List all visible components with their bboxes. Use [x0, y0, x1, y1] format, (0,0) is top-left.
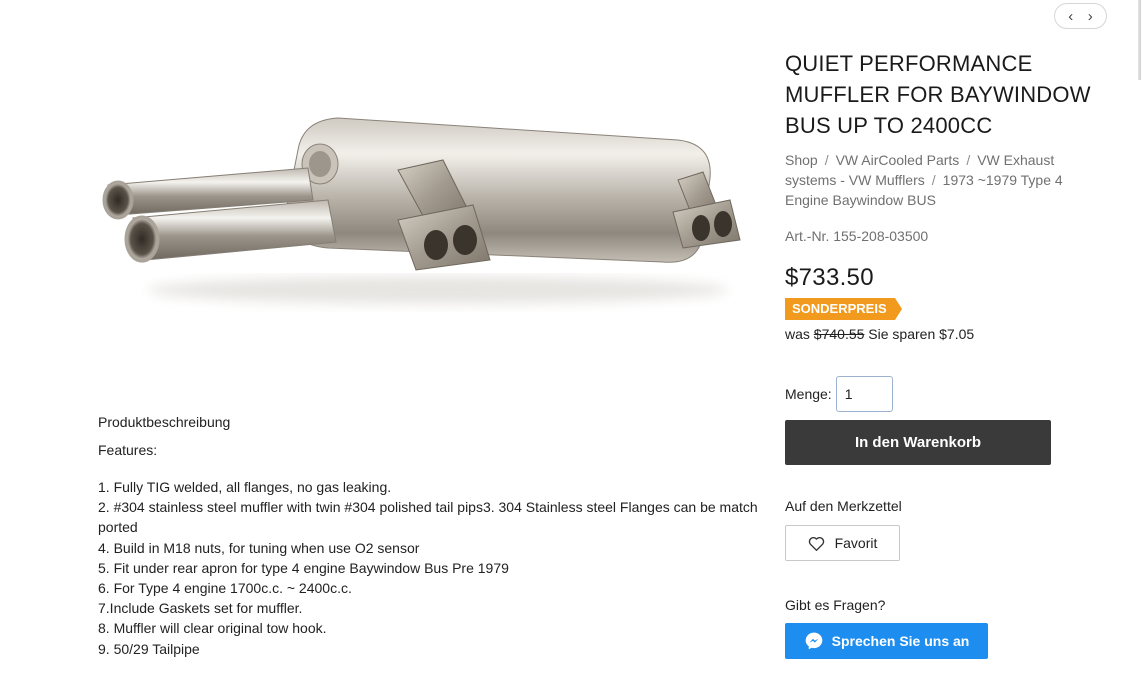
product-price: $733.50 — [785, 264, 874, 291]
quantity-label: Menge: — [785, 386, 832, 402]
features-label: Features: — [98, 442, 158, 458]
list-item: 5. Fit under rear apron for type 4 engin… — [98, 559, 509, 576]
chat-button[interactable]: Sprechen Sie uns an — [785, 623, 988, 659]
list-item: 8. Muffler will clear original tow hook. — [98, 620, 327, 637]
heart-icon — [808, 536, 824, 551]
product-title: QUIET PERFORMANCE MUFFLER FOR BAYWINDOW … — [785, 51, 1091, 138]
messenger-icon — [805, 632, 822, 650]
sale-badge: SONDERPREIS — [785, 298, 902, 320]
breadcrumb-link-shop[interactable]: Shop — [785, 152, 818, 168]
product-description: Produktbeschreibung Features: 1. Fully T… — [98, 414, 763, 659]
chevron-left-icon[interactable]: ‹ — [1068, 9, 1073, 24]
wishlist-label: Auf den Merkzettel — [785, 498, 902, 514]
product-image[interactable] — [98, 100, 748, 320]
list-item: 6. For Type 4 engine 1700c.c. ~ 2400c.c. — [98, 580, 352, 597]
list-item: 9. 50/29 Tailpipe — [98, 640, 200, 657]
breadcrumb-separator: / — [966, 152, 971, 168]
favorite-button[interactable]: Favorit — [785, 525, 900, 561]
description-heading: Produktbeschreibung — [98, 414, 231, 430]
list-item: 2. #304 stainless steel muffler with twi… — [98, 499, 758, 536]
list-item: 7.Include Gaskets set for muffler. — [98, 600, 303, 617]
questions-label: Gibt es Fragen? — [785, 597, 886, 613]
chevron-right-icon[interactable]: › — [1088, 9, 1093, 24]
breadcrumb-separator: / — [931, 172, 936, 188]
list-item: 4. Build in M18 nuts, for tuning when us… — [98, 539, 420, 556]
savings-text: Sie sparen $7.05 — [868, 326, 975, 342]
favorite-label: Favorit — [834, 535, 878, 551]
features-list: 1. Fully TIG welded, all flanges, no gas… — [98, 477, 763, 659]
chat-label: Sprechen Sie uns an — [831, 633, 970, 649]
product-info-panel: QUIET PERFORMANCE MUFFLER FOR BAYWINDOW … — [785, 48, 1105, 659]
old-price: $740.55 — [813, 326, 865, 342]
breadcrumb: Shop / VW AirCooled Parts / VW Exhaust syste… — [785, 150, 1085, 210]
list-item: 1. Fully TIG welded, all flanges, no gas… — [98, 479, 392, 495]
breadcrumb-separator: / — [824, 152, 829, 168]
add-to-cart-button[interactable]: In den Warenkorb — [785, 420, 1051, 465]
product-pager: ‹ › — [1054, 3, 1107, 29]
quantity-row: Menge: — [785, 376, 1105, 412]
was-label: was — [785, 326, 810, 342]
quantity-input[interactable] — [835, 376, 893, 412]
old-price-line: was $740.55 Sie sparen $7.05 — [785, 326, 1105, 342]
breadcrumb-link-aircooled[interactable]: VW AirCooled Parts — [836, 152, 960, 168]
article-number: Art.-Nr. 155-208-03500 — [785, 228, 929, 244]
